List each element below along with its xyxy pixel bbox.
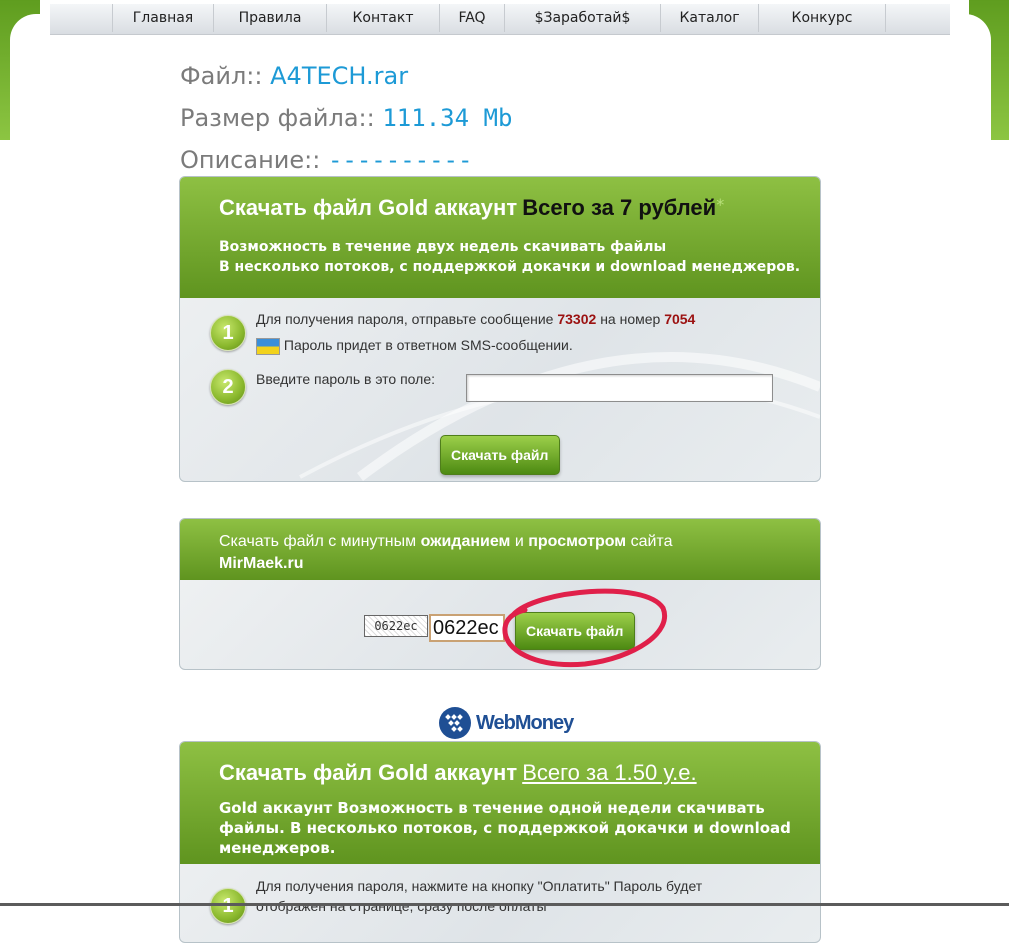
free-panel-title-b: ожиданием: [420, 533, 511, 550]
sms-code: 73302: [557, 311, 597, 327]
free-panel-title-a: Скачать файл с минутным: [219, 533, 417, 550]
nav-item-catalog[interactable]: Каталог: [661, 4, 759, 32]
red-annotation-circle: [502, 588, 668, 668]
wm-step-1-text: Для получения пароля, нажмите на кнопку …: [256, 878, 703, 914]
sms-password-input[interactable]: [466, 374, 773, 402]
nav-item-empty: [886, 4, 941, 32]
file-name-label: Файл::: [180, 62, 263, 90]
wm-step-1-badge: 1: [210, 888, 246, 924]
nav-item-home[interactable]: Главная: [113, 4, 214, 32]
step-1-text: Для получения пароля, отправьте сообщени…: [256, 311, 695, 327]
wm-panel-title-row: Скачать файл Gold аккаунт Всего за 1.50 …: [219, 760, 697, 786]
step-1-text-b: на номер: [600, 311, 661, 327]
top-navigation: Главная Правила Контакт FAQ $Заработай$ …: [50, 4, 950, 35]
file-size-row: Размер файла:: 111.34 Mb: [180, 104, 512, 132]
nav-item-earn[interactable]: $Заработай$: [505, 4, 661, 32]
file-size-label: Размер файла::: [180, 104, 375, 132]
free-panel-title-c: и: [514, 533, 524, 550]
page-frame-corner-left: [10, 14, 50, 214]
free-panel-title-d: просмотром: [528, 533, 627, 550]
step-1-badge: 1: [210, 315, 246, 351]
file-name-value: A4TECH.rar: [270, 62, 409, 90]
step-1-note-row: Пароль придет в ответном SMS-сообщении.: [256, 337, 573, 355]
step-2-text: Введите пароль в это поле:: [256, 371, 435, 387]
captcha-input[interactable]: 0622ec: [429, 614, 505, 642]
sms-download-button[interactable]: Скачать файл: [440, 435, 560, 475]
free-panel-header: Скачать файл с минутным ожиданием и прос…: [180, 519, 820, 580]
ukraine-flag-icon: [256, 337, 280, 355]
file-desc-row: Описание:: ----------: [180, 146, 472, 174]
step-1-note: Пароль придет в ответном SMS-сообщении.: [283, 337, 573, 353]
wm-panel-price[interactable]: Всего за 1.50 у.е.: [522, 760, 696, 785]
file-size-value: 111.34 Mb: [382, 104, 513, 132]
sms-gold-panel: Скачать файл Gold аккаунт Всего за 7 руб…: [179, 176, 821, 482]
wm-gold-panel: Скачать файл Gold аккаунт Всего за 1.50 …: [179, 741, 821, 943]
free-panel-title: Скачать файл с минутным ожиданием и прос…: [219, 531, 799, 575]
nav-item-faq[interactable]: FAQ: [440, 4, 505, 32]
webmoney-logo-icon: [439, 707, 471, 739]
step-2-badge: 2: [210, 369, 246, 405]
page-frame-corner-right: [951, 14, 991, 214]
step-1-text-a: Для получения пароля, отправьте сообщени…: [256, 311, 554, 327]
captcha-image: 0622ec: [364, 615, 428, 637]
wm-panel-title: Скачать файл Gold аккаунт: [219, 760, 518, 785]
nav-spacer: [50, 4, 113, 32]
sms-number: 7054: [664, 311, 696, 327]
file-desc-value: ----------: [327, 146, 473, 174]
webmoney-logo[interactable]: WebMoney: [438, 706, 574, 740]
free-panel-title-e: сайта: [630, 533, 673, 550]
wm-panel-subtitle: Gold аккаунт Возможность в течение одной…: [219, 799, 791, 857]
file-name-row: Файл:: A4TECH.rar: [180, 62, 408, 90]
free-panel-site: MirMaek.ru: [219, 555, 304, 572]
file-desc-label: Описание::: [180, 146, 321, 174]
nav-item-rules[interactable]: Правила: [214, 4, 327, 32]
webmoney-label: WebMoney: [476, 711, 574, 734]
nav-item-contest[interactable]: Конкурс: [759, 4, 886, 32]
wm-panel-header: Скачать файл Gold аккаунт Всего за 1.50 …: [180, 742, 820, 864]
nav-item-contact[interactable]: Контакт: [327, 4, 440, 32]
